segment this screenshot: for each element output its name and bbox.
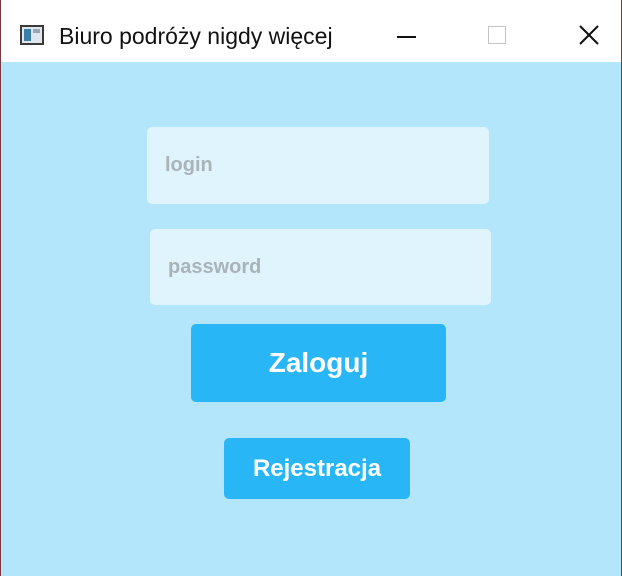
title-bar[interactable]: Biuro podróży nigdy więcej xyxy=(1,0,621,62)
app-window-icon xyxy=(20,25,44,45)
login-input[interactable] xyxy=(147,127,489,204)
register-button[interactable]: Rejestracja xyxy=(224,438,410,499)
minimize-button[interactable] xyxy=(373,14,437,58)
close-icon xyxy=(579,25,599,45)
app-window: Biuro podróży nigdy więcej Zaloguj Rejes… xyxy=(0,0,622,576)
login-button[interactable]: Zaloguj xyxy=(191,324,446,402)
minimize-icon xyxy=(397,36,416,38)
maximize-button[interactable] xyxy=(464,14,528,58)
login-panel: Zaloguj Rejestracja xyxy=(1,62,621,576)
maximize-icon xyxy=(488,26,506,44)
close-button[interactable] xyxy=(556,14,620,58)
password-input[interactable] xyxy=(150,229,491,305)
window-title: Biuro podróży nigdy więcej xyxy=(59,23,333,49)
